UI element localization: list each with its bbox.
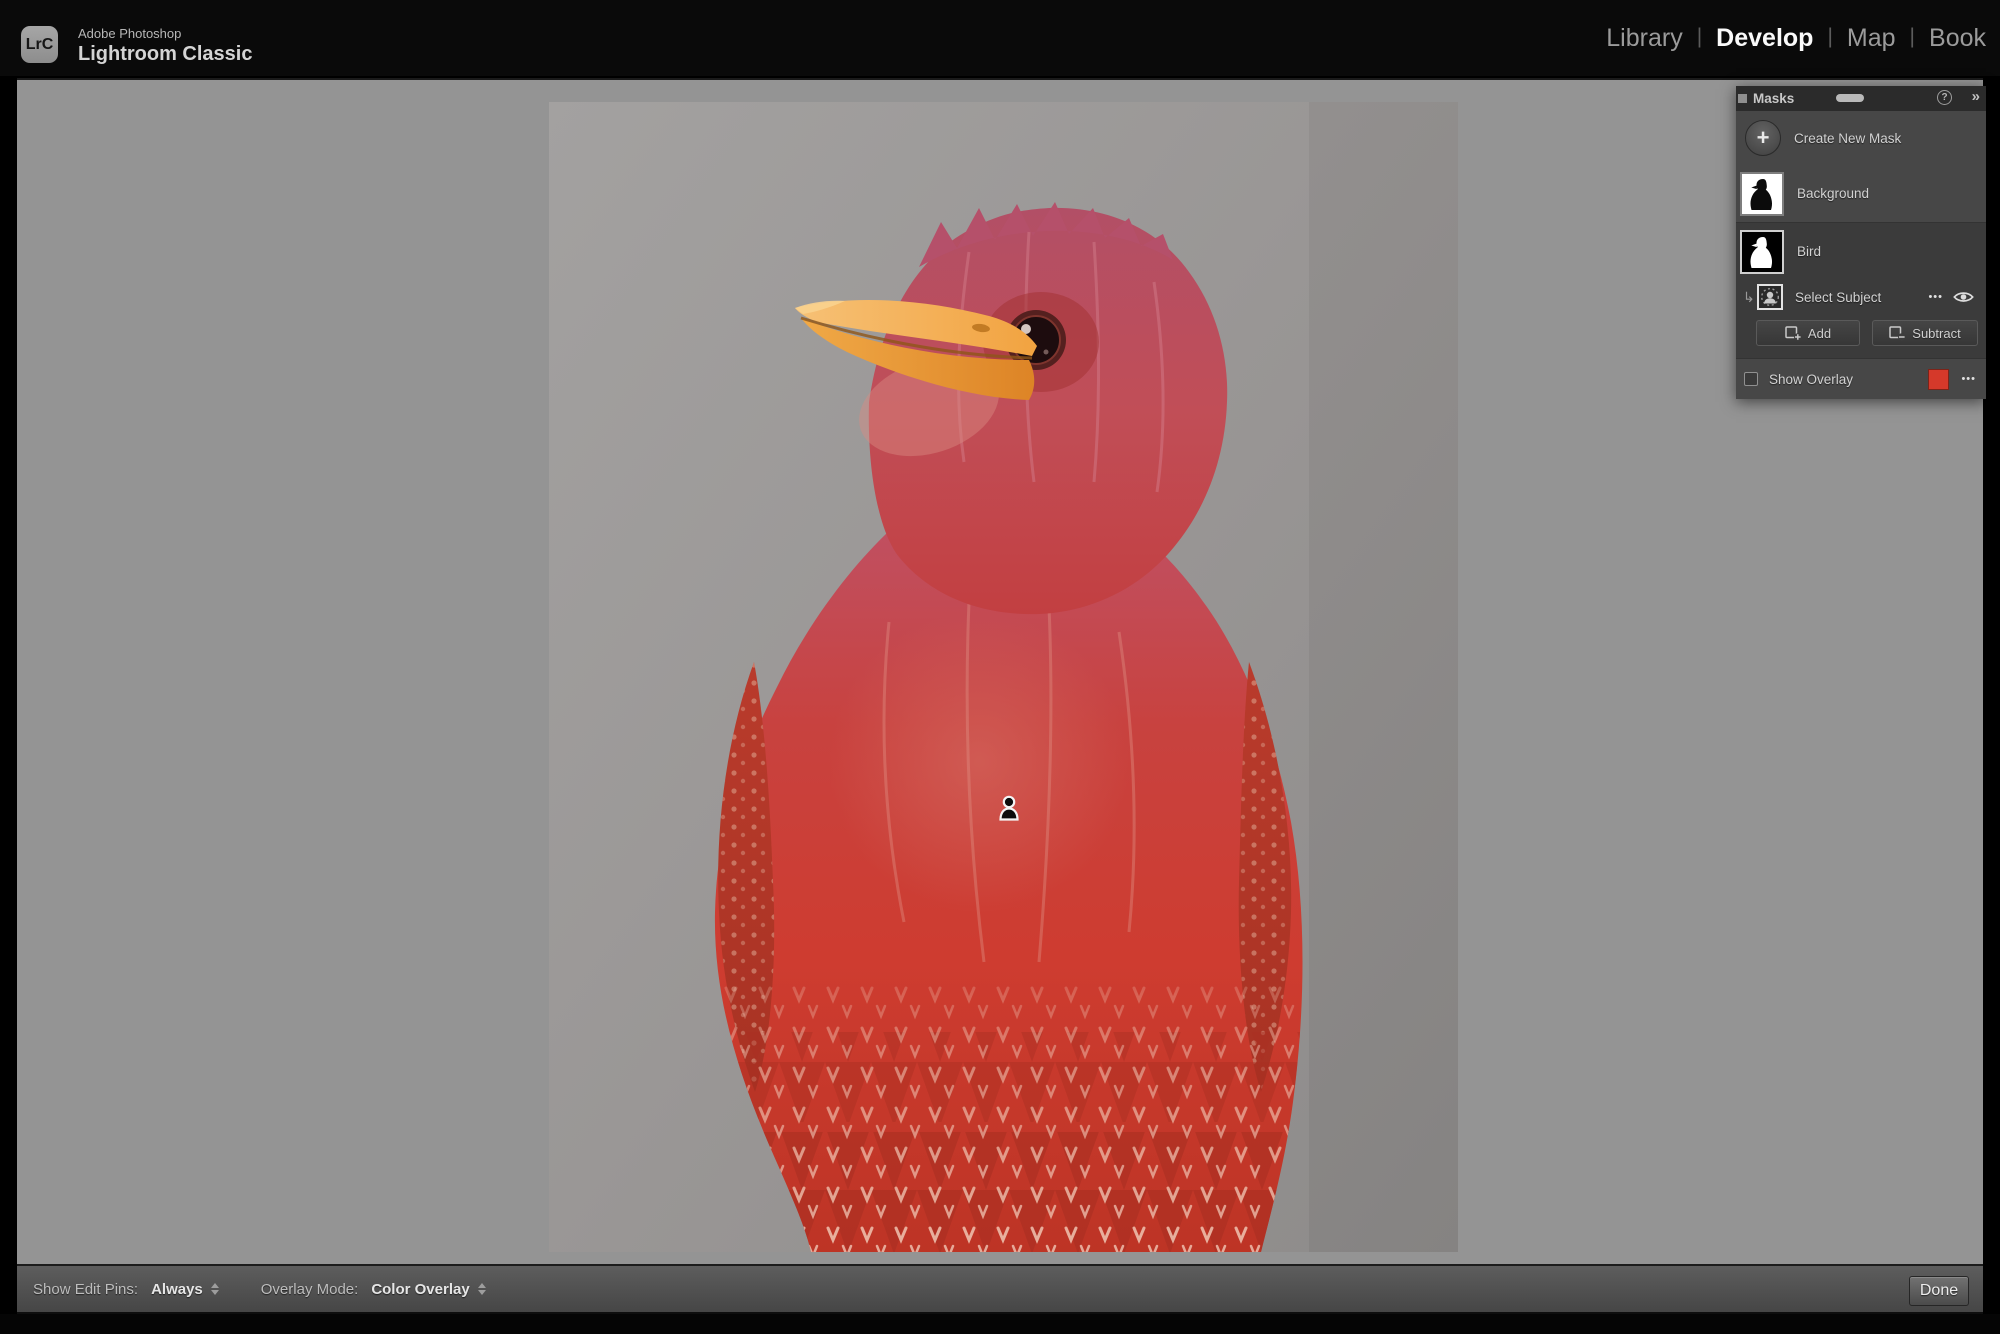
overlay-more-options-icon[interactable]: •••: [1961, 373, 1976, 385]
subtract-button-label: Subtract: [1912, 326, 1960, 341]
show-overlay-row: Show Overlay •••: [1736, 359, 1986, 399]
lightroom-window: LrC Adobe Photoshop Lightroom Classic Li…: [0, 0, 2000, 1334]
mask-component-row[interactable]: ↳ Select Subject •••: [1736, 280, 1986, 314]
lrc-logo: LrC: [21, 26, 58, 63]
module-book[interactable]: Book: [1929, 24, 1986, 53]
stepper-icon[interactable]: [211, 1283, 219, 1295]
done-button[interactable]: Done: [1909, 1276, 1969, 1306]
module-map[interactable]: Map: [1847, 24, 1896, 53]
mask-component-label: Select Subject: [1795, 290, 1928, 305]
subtract-mask-icon: [1889, 326, 1906, 341]
subtract-button[interactable]: Subtract: [1872, 320, 1978, 346]
bird-photo: [549, 102, 1458, 1252]
mask-label: Background: [1797, 186, 1869, 201]
show-edit-pins-value[interactable]: Always: [151, 1281, 203, 1298]
filmstrip-area: [0, 1314, 2000, 1334]
plus-icon[interactable]: +: [1745, 120, 1781, 156]
mask-group-selected: Bird ↳ Select Subject •••: [1736, 222, 1986, 359]
masks-panel-title: Masks: [1753, 91, 1794, 106]
help-icon[interactable]: ?: [1937, 90, 1952, 105]
add-mask-icon: [1785, 326, 1802, 341]
overlay-mode-label: Overlay Mode:: [261, 1281, 359, 1298]
overlay-mode-value[interactable]: Color Overlay: [371, 1281, 469, 1298]
create-new-mask-label: Create New Mask: [1794, 131, 1901, 146]
brand-line2: Lightroom Classic: [78, 43, 252, 65]
stepper-icon[interactable]: [478, 1283, 486, 1295]
module-separator: |: [1827, 25, 1832, 49]
visibility-eye-icon[interactable]: [1953, 290, 1974, 304]
module-develop[interactable]: Develop: [1716, 24, 1813, 53]
create-new-mask-row[interactable]: + Create New Mask: [1736, 111, 1986, 165]
show-overlay-checkbox[interactable]: [1744, 372, 1758, 386]
mask-thumbnail-background[interactable]: [1740, 172, 1784, 216]
more-options-icon[interactable]: •••: [1928, 291, 1943, 303]
mask-row-bird[interactable]: Bird: [1736, 223, 1986, 280]
overlay-color-swatch[interactable]: [1928, 369, 1949, 390]
mask-row-background[interactable]: Background: [1736, 165, 1986, 222]
module-library[interactable]: Library: [1606, 24, 1682, 53]
mask-thumbnail-bird[interactable]: [1740, 230, 1784, 274]
masks-panel-header: Masks ? »: [1736, 86, 1986, 111]
module-picker: Library | Develop | Map | Book: [1606, 0, 1986, 76]
elbow-arrow-icon: ↳: [1743, 289, 1757, 306]
show-overlay-label: Show Overlay: [1769, 372, 1928, 387]
canvas-area: Masks ? » + Create New Mask Background: [17, 78, 1983, 1264]
panel-drag-handle-icon[interactable]: [1836, 94, 1864, 102]
photo[interactable]: [549, 102, 1458, 1252]
edit-pin[interactable]: [998, 794, 1020, 822]
module-separator: |: [1910, 25, 1915, 49]
add-button[interactable]: Add: [1756, 320, 1860, 346]
app-header: LrC Adobe Photoshop Lightroom Classic Li…: [0, 0, 2000, 76]
bottom-toolbar: Show Edit Pins: Always Overlay Mode: Col…: [17, 1264, 1983, 1314]
select-subject-thumbnail[interactable]: [1757, 284, 1783, 310]
add-button-label: Add: [1808, 326, 1831, 341]
brand-title: Adobe Photoshop Lightroom Classic: [78, 27, 252, 65]
mask-edit-buttons: Add Subtract: [1736, 314, 1986, 358]
masks-panel: Masks ? » + Create New Mask Background: [1736, 86, 1986, 399]
show-edit-pins-label: Show Edit Pins:: [33, 1281, 138, 1298]
collapse-panel-icon[interactable]: »: [1972, 88, 1978, 105]
mask-label: Bird: [1797, 244, 1821, 259]
brand-line1: Adobe Photoshop: [78, 27, 252, 41]
module-separator: |: [1697, 25, 1702, 49]
panel-icon: [1738, 94, 1747, 103]
